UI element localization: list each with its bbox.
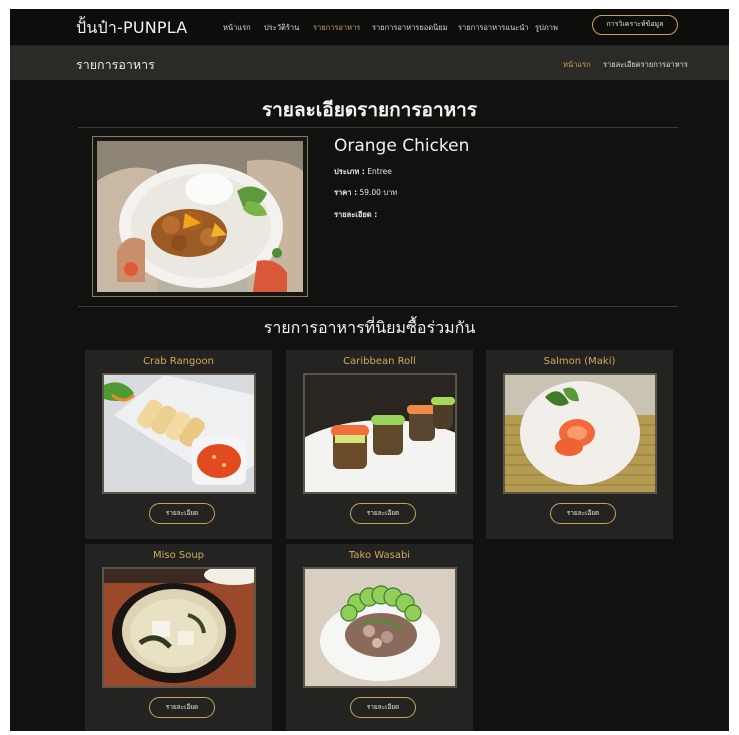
card-title: Tako Wasabi: [348, 550, 411, 561]
dish-detail: รายละเอียด :: [334, 209, 377, 221]
card-image: [303, 373, 457, 494]
dish-name: Orange Chicken: [334, 136, 470, 156]
detail-button[interactable]: รายละเอียด: [149, 697, 215, 718]
nav-home[interactable]: หน้าแรก: [223, 22, 251, 34]
section-title: รายการอาหาร: [76, 57, 155, 72]
nav-recommended[interactable]: รายการอาหารแนะนำ: [458, 22, 529, 34]
card-image: [503, 373, 657, 494]
nav-history[interactable]: ประวัติร้าน: [264, 22, 299, 34]
popular-card: Tako Wasabi รายละเอียด: [286, 544, 473, 731]
detail-button[interactable]: รายละเอียด: [350, 697, 416, 718]
dish-type: ประเภท : Entree: [334, 166, 392, 178]
breadcrumb-home[interactable]: หน้าแรก: [563, 59, 591, 71]
card-image: [102, 373, 256, 494]
page-header-bar: รายการอาหาร หน้าแรก รายละเอียดรายการอาหา…: [10, 46, 729, 80]
detail-button[interactable]: รายละเอียด: [550, 503, 616, 524]
popular-card: Miso Soup รายละเอียด: [85, 544, 272, 731]
dish-type-value: Entree: [367, 167, 392, 176]
card-image: [303, 567, 457, 688]
nav-popular[interactable]: รายการอาหารยอดนิยม: [372, 22, 448, 34]
popular-card: Caribbean Roll รายละเอียด: [286, 350, 473, 539]
nav-menu[interactable]: รายการอาหาร: [313, 22, 360, 34]
card-title: Caribbean Roll: [343, 356, 416, 367]
popular-card: Crab Rangoon รายละเอียด: [85, 350, 272, 539]
detail-button[interactable]: รายละเอียด: [350, 503, 416, 524]
breadcrumb-current: รายละเอียดรายการอาหาร: [603, 60, 688, 69]
dish-photo: [92, 136, 308, 297]
popular-card: Salmon (Maki) รายละเอียด: [486, 350, 673, 539]
card-title: Salmon (Maki): [543, 356, 616, 367]
popular-heading: รายการอาหารที่นิยมซื้อร่วมกัน: [263, 318, 476, 337]
card-title: Crab Rangoon: [143, 356, 214, 367]
card-image: [102, 567, 256, 688]
divider: [78, 127, 678, 128]
analyze-data-button[interactable]: การวิเคราะห์ข้อมูล: [592, 15, 678, 35]
dish-price-value: 59.00 บาท: [359, 188, 398, 197]
brand-logo[interactable]: ปั้นป๋า-PUNPLA: [76, 16, 187, 41]
top-navbar: ปั้นป๋า-PUNPLA หน้าแรก ประวัติร้าน รายกา…: [10, 9, 729, 46]
card-title: Miso Soup: [152, 550, 205, 561]
divider: [78, 306, 678, 307]
page-frame: ปั้นป๋า-PUNPLA หน้าแรก ประวัติร้าน รายกา…: [10, 9, 729, 731]
detail-button[interactable]: รายละเอียด: [149, 503, 215, 524]
dish-price: ราคา : 59.00 บาท: [334, 187, 397, 199]
dish-detail-label: รายละเอียด :: [334, 210, 378, 219]
nav-gallery[interactable]: รูปภาพ: [535, 22, 558, 34]
page-title: รายละเอียดรายการอาหาร: [261, 99, 478, 121]
dish-price-label: ราคา :: [334, 188, 358, 197]
dish-type-label: ประเภท :: [334, 167, 365, 176]
